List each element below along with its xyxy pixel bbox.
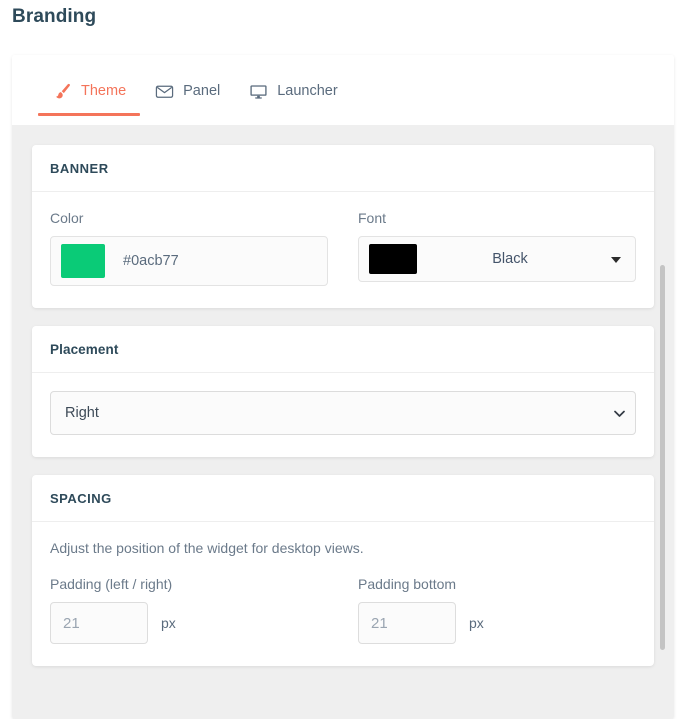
banner-color-input[interactable]: #0acb77 xyxy=(50,236,328,286)
banner-color-label: Color xyxy=(50,210,84,226)
scrollbar-thumb[interactable] xyxy=(660,265,665,650)
padding-sides-field: Padding (left / right) px xyxy=(50,576,328,644)
envelope-icon xyxy=(154,81,174,101)
spacing-fields-row: Padding (left / right) px Padding bottom… xyxy=(50,576,636,644)
placement-select-wrap: Right xyxy=(50,391,636,435)
placement-card-header: Placement xyxy=(32,326,654,373)
tab-theme-label: Theme xyxy=(81,83,127,99)
padding-sides-label: Padding (left / right) xyxy=(50,576,173,592)
banner-card-body: Color #0acb77 Font Black xyxy=(32,192,654,308)
tab-panel[interactable]: Panel xyxy=(140,63,234,119)
spacing-description: Adjust the position of the widget for de… xyxy=(50,540,364,556)
banner-font-dropdown[interactable]: Black xyxy=(358,236,636,282)
tab-panel-label: Panel xyxy=(183,83,221,99)
placement-select-value: Right xyxy=(65,405,99,421)
spacing-title: SPACING xyxy=(50,491,112,506)
padding-bottom-row: px xyxy=(358,602,636,644)
banner-card-header: BANNER xyxy=(32,145,654,192)
banner-card: BANNER Color #0acb77 Font Black xyxy=(32,145,654,308)
chevron-down-icon[interactable] xyxy=(611,257,621,263)
padding-bottom-field: Padding bottom px xyxy=(358,576,636,644)
banner-color-field: Color #0acb77 xyxy=(50,210,328,286)
padding-sides-input[interactable] xyxy=(50,602,148,644)
placement-card-body: Right xyxy=(32,373,654,457)
banner-title: BANNER xyxy=(50,161,109,176)
banner-font-value: Black xyxy=(492,251,528,267)
banner-fields-row: Color #0acb77 Font Black xyxy=(50,210,636,286)
settings-scroll-area[interactable]: BANNER Color #0acb77 Font Black Placemen… xyxy=(12,125,674,719)
branding-page: Branding Theme Panel Launcher BANNER Col… xyxy=(0,0,686,719)
spacing-card-header: SPACING xyxy=(32,475,654,522)
paintbrush-icon xyxy=(52,81,72,101)
padding-sides-row: px xyxy=(50,602,328,644)
padding-bottom-label: Padding bottom xyxy=(358,576,457,592)
padding-bottom-unit: px xyxy=(469,615,484,631)
banner-color-swatch[interactable] xyxy=(61,244,105,278)
tab-launcher[interactable]: Launcher xyxy=(234,63,351,119)
padding-bottom-input[interactable] xyxy=(358,602,456,644)
monitor-icon xyxy=(248,81,268,101)
spacing-card: SPACING Adjust the position of the widge… xyxy=(32,475,654,666)
tab-bar: Theme Panel Launcher xyxy=(12,55,674,125)
banner-color-value: #0acb77 xyxy=(123,253,179,269)
placement-select[interactable]: Right xyxy=(50,391,636,435)
banner-font-field: Font Black xyxy=(358,210,636,286)
placement-title: Placement xyxy=(50,342,119,357)
placement-card: Placement Right xyxy=(32,326,654,457)
tab-launcher-label: Launcher xyxy=(277,83,338,99)
page-title: Branding xyxy=(12,6,97,27)
banner-font-swatch xyxy=(369,244,417,274)
banner-font-label: Font xyxy=(358,210,387,226)
spacing-card-body: Adjust the position of the widget for de… xyxy=(32,522,654,666)
padding-sides-unit: px xyxy=(161,615,176,631)
branding-panel: Theme Panel Launcher BANNER Color #0acb7… xyxy=(12,55,674,719)
tab-theme[interactable]: Theme xyxy=(38,63,141,119)
